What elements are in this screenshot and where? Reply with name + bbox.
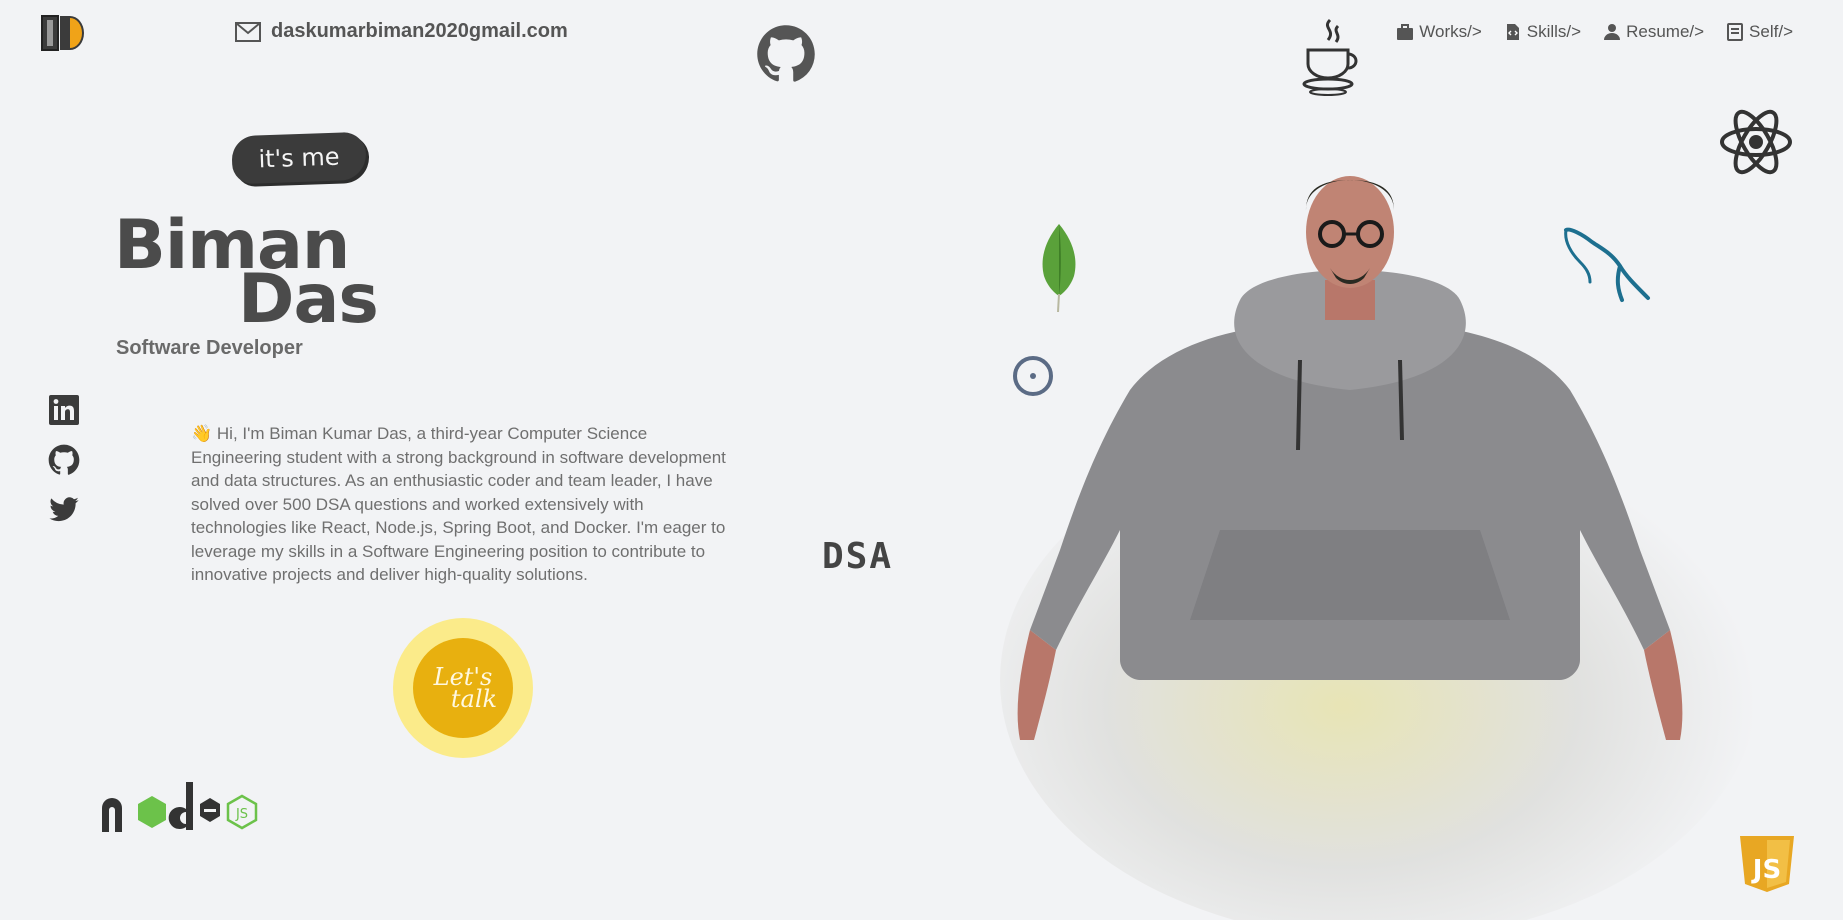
nav-self[interactable]: Self/> — [1726, 22, 1793, 42]
nav-works-label: Works/> — [1419, 22, 1482, 41]
svg-text:JS: JS — [1751, 855, 1781, 885]
react-icon — [1720, 109, 1792, 175]
dsa-label: DSA — [822, 536, 894, 577]
envelope-icon — [235, 21, 261, 42]
linkedin-link[interactable] — [48, 394, 80, 426]
linkedin-icon — [49, 395, 79, 425]
github-icon — [48, 444, 80, 475]
email-text: daskumarbiman2020gmail.com — [271, 20, 568, 42]
avatar-3d — [1017, 176, 1683, 740]
user-icon — [1604, 24, 1621, 40]
bd-logo[interactable] — [40, 14, 88, 52]
id-card-icon — [1727, 23, 1744, 41]
lets-talk-line2: talk — [450, 685, 498, 713]
javascript-icon: JS — [1740, 836, 1794, 892]
nav-resume-label: Resume/> — [1626, 22, 1705, 41]
twitter-icon — [49, 497, 79, 522]
bio-paragraph: 👋 Hi, I'm Biman Kumar Das, a third-year … — [191, 424, 726, 584]
email-link[interactable]: daskumarbiman2020gmail.com — [235, 20, 568, 43]
code-file-icon — [1506, 24, 1519, 40]
java-icon — [1302, 18, 1358, 96]
github-icon[interactable] — [756, 24, 816, 84]
nav-skills-label: Skills/> — [1526, 22, 1582, 41]
main-nav: Works/> Skills/> Resume/> Self/> — [1396, 22, 1793, 42]
svg-text:JS: JS — [235, 807, 248, 822]
nav-skills[interactable]: Skills/> — [1504, 22, 1581, 42]
briefcase-icon — [1397, 24, 1414, 40]
social-links — [48, 394, 80, 526]
nav-works[interactable]: Works/> — [1396, 22, 1482, 42]
nav-self-label: Self/> — [1749, 22, 1793, 41]
nodejs-logo: JS — [102, 782, 258, 832]
last-name: Das — [238, 260, 379, 339]
twitter-link[interactable] — [48, 494, 80, 526]
portfolio-page: daskumarbiman2020gmail.com Works/> Skill… — [0, 0, 1843, 920]
its-me-badge: it's me — [231, 131, 367, 185]
lets-talk-button[interactable]: Let's talk — [393, 618, 533, 758]
github-link[interactable] — [48, 444, 80, 476]
role-title: Software Developer — [116, 337, 303, 359]
lets-talk-inner: Let's talk — [413, 638, 513, 738]
nav-resume[interactable]: Resume/> — [1603, 22, 1704, 42]
